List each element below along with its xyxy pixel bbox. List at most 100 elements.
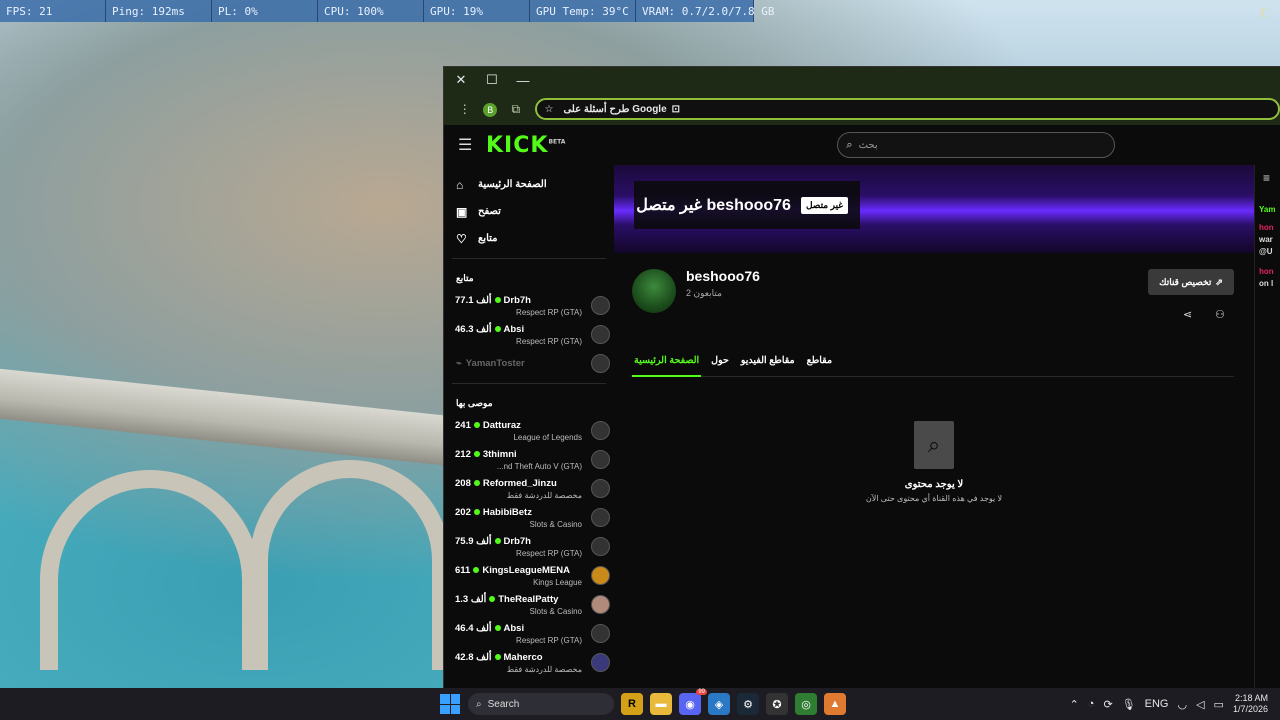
external-link-icon: ⇗ xyxy=(1215,276,1223,287)
nav-browse[interactable]: ▣ تصفح xyxy=(444,198,614,225)
browser-window: ✕ ☐ — ⋮ B ⧉ ☆ طرح أسئلة على Google ⊡ ☰ K… xyxy=(443,66,1280,689)
sidebar-channel[interactable]: 202 HabibiBetz Slots & Casino xyxy=(444,503,614,532)
discord-icon[interactable]: ◉ 99 xyxy=(679,689,707,715)
chat-collapse-icon[interactable]: ≡ xyxy=(1255,165,1280,205)
maximize-icon[interactable]: ☐ xyxy=(481,69,503,91)
game-launcher-icon[interactable]: ✪ xyxy=(766,693,788,715)
empty-title: لا يوجد محتوى xyxy=(904,479,964,490)
chevron-up-icon[interactable]: ⌃ xyxy=(1070,698,1079,711)
channel-category: مخصصة للدردشة فقط xyxy=(506,664,582,674)
notification-badge: 99 xyxy=(696,689,707,695)
channel-name: KingsLeagueMENA xyxy=(482,564,570,576)
channel-category: Respect RP (GTA) xyxy=(516,307,582,317)
minimize-icon[interactable]: — xyxy=(512,69,534,91)
share-icon[interactable]: ⋖ xyxy=(1183,308,1192,321)
nav-following[interactable]: ♡ متابع xyxy=(444,225,614,252)
viewer-count: 77.1 ألف xyxy=(455,294,492,306)
sidebar-channel[interactable]: 42.8 ألف Maherco مخصصة للدردشة فقط xyxy=(444,648,614,677)
extensions-icon[interactable]: ⧉ xyxy=(503,102,529,117)
system-tray: ⌃ ◔ ⟳ 🎙 ENG ◡ ◁ ▭ 2:18 AM 1/7/2026 xyxy=(1070,688,1280,720)
follow-user-icon[interactable]: ⚇ xyxy=(1215,308,1225,321)
channel-name: Datturaz xyxy=(482,419,521,431)
sidebar-channel[interactable]: 46.4 ألف Absi Respect RP (GTA) xyxy=(444,619,614,648)
address-bar[interactable]: ☆ طرح أسئلة على Google ⊡ xyxy=(534,98,1280,120)
tab-about[interactable]: حول xyxy=(709,351,731,377)
taskbar: ⌕ Search R ▬ ◉ 99 ◈ ⚙ ✪ ◎ ▲ ⌃ ◔ ⟳ 🎙 ENG ◡… xyxy=(0,688,1280,720)
bridge-arch xyxy=(250,460,450,670)
mic-icon[interactable]: 🎙 xyxy=(1122,698,1136,711)
channel-main: غير متصل beshooo76 غير متصل beshooo76 2 … xyxy=(614,165,1254,689)
sync-icon[interactable]: ⟳ xyxy=(1103,698,1112,711)
wifi-icon[interactable]: ◡ xyxy=(1177,698,1187,711)
taskbar-search[interactable]: ⌕ Search xyxy=(468,693,614,715)
customize-label: تخصيص قناتك xyxy=(1159,276,1212,287)
viewer-count: 75.9 ألف xyxy=(455,535,492,547)
hud-fps: FPS: 21 xyxy=(0,0,106,22)
sidebar-channel[interactable]: 208 Reformed_Jinzu مخصصة للدردشة فقط xyxy=(444,474,614,503)
profile-button[interactable]: B xyxy=(478,102,504,117)
sidebar-channel-offline[interactable]: ⌁ YamanToster xyxy=(444,349,614,377)
battery-icon[interactable]: ▭ xyxy=(1214,698,1224,711)
sidebar-channel[interactable]: 46.3 ألف Absi Respect RP (GTA) xyxy=(444,320,614,349)
tab-videos[interactable]: مقاطع الفيديو xyxy=(739,351,797,377)
sidebar-channel[interactable]: 241 Datturaz League of Legends xyxy=(444,416,614,445)
live-dot xyxy=(494,297,501,303)
kick-logo[interactable]: KICKBETA xyxy=(486,133,565,158)
banner-title: غير متصل beshooo76 xyxy=(636,197,791,214)
sidebar-channel[interactable]: 1.3 ألف TheRealPatty Slots & Casino xyxy=(444,590,614,619)
channel-category: League of Legends xyxy=(513,432,582,442)
bookmark-star-icon[interactable]: ☆ xyxy=(545,104,554,115)
live-dot xyxy=(473,422,480,428)
chrome-icon[interactable]: ◎ xyxy=(795,693,817,715)
avatar xyxy=(591,566,610,585)
file-explorer-icon[interactable]: ▬ xyxy=(650,693,672,715)
sidebar-channel[interactable]: 611 KingsLeagueMENA Kings League xyxy=(444,561,614,590)
chat-fragment: hon xyxy=(1259,223,1274,232)
channel-avatar[interactable] xyxy=(632,269,676,313)
avatar xyxy=(591,508,610,527)
windows-start-icon[interactable] xyxy=(440,694,460,714)
sidebar-channel[interactable]: 212 3thimni ...nd Theft Auto V (GTA) xyxy=(444,445,614,474)
channel-name[interactable]: beshooo76 xyxy=(686,268,760,284)
volume-icon[interactable]: ◁ xyxy=(1196,698,1204,711)
profile-avatar: B xyxy=(483,102,498,117)
language-indicator[interactable]: ENG xyxy=(1145,698,1169,710)
avatar xyxy=(591,450,610,469)
channel-category: مخصصة للدردشة فقط xyxy=(506,490,582,500)
viewer-count: 1.3 ألف xyxy=(455,593,487,605)
heart-icon: ♡ xyxy=(456,231,467,246)
offline-icon: ⌁ xyxy=(456,357,462,369)
channel-category: Respect RP (GTA) xyxy=(516,635,582,645)
antivirus-icon[interactable]: ◔ xyxy=(1088,698,1095,710)
vlc-icon[interactable]: ▲ xyxy=(824,693,846,715)
sidebar-channel[interactable]: 77.1 ألف Drb7h Respect RP (GTA) xyxy=(444,291,614,320)
tab-home[interactable]: الصفحة الرئيسية xyxy=(632,351,702,377)
avatar xyxy=(591,537,610,556)
nav-home[interactable]: ⌂ الصفحة الرئيسية xyxy=(444,171,614,198)
empty-search-icon: ⌕ xyxy=(914,421,954,469)
app-r-icon[interactable]: R xyxy=(621,693,643,715)
sidebar-channel[interactable]: 75.9 ألف Drb7h Respect RP (GTA) xyxy=(444,532,614,561)
hamburger-menu-icon[interactable]: ☰ xyxy=(458,135,478,155)
search-input[interactable]: ⌕ بحث xyxy=(837,132,1116,158)
google-lens-chip[interactable]: طرح أسئلة على Google ⊡ xyxy=(563,104,680,115)
close-icon[interactable]: ✕ xyxy=(450,69,472,91)
viewer-count: 42.8 ألف xyxy=(455,651,492,663)
menu-dots-icon[interactable]: ⋮ xyxy=(452,102,478,116)
avatar xyxy=(591,479,610,498)
search-icon: ⌕ xyxy=(476,698,482,710)
date: 1/7/2026 xyxy=(1232,704,1268,714)
steam-icon[interactable]: ⚙ xyxy=(737,693,759,715)
channel-category: Kings League xyxy=(533,577,582,587)
vscode-icon[interactable]: ◈ xyxy=(708,693,730,715)
offline-banner: غير متصل beshooo76 غير متصل xyxy=(614,165,1254,253)
live-dot xyxy=(489,596,496,602)
browser-toolbar: ⋮ B ⧉ ☆ طرح أسئلة على Google ⊡ xyxy=(444,93,1280,125)
viewer-count: 241 xyxy=(455,419,471,431)
tab-clips[interactable]: مقاطع xyxy=(805,351,834,377)
channel-name: Drb7h xyxy=(503,535,531,547)
live-dot xyxy=(473,480,480,486)
channel-name: Absi xyxy=(503,622,525,634)
customize-channel-button[interactable]: تخصيص قناتك ⇗ xyxy=(1148,269,1234,295)
clock[interactable]: 2:18 AM 1/7/2026 xyxy=(1233,693,1268,715)
